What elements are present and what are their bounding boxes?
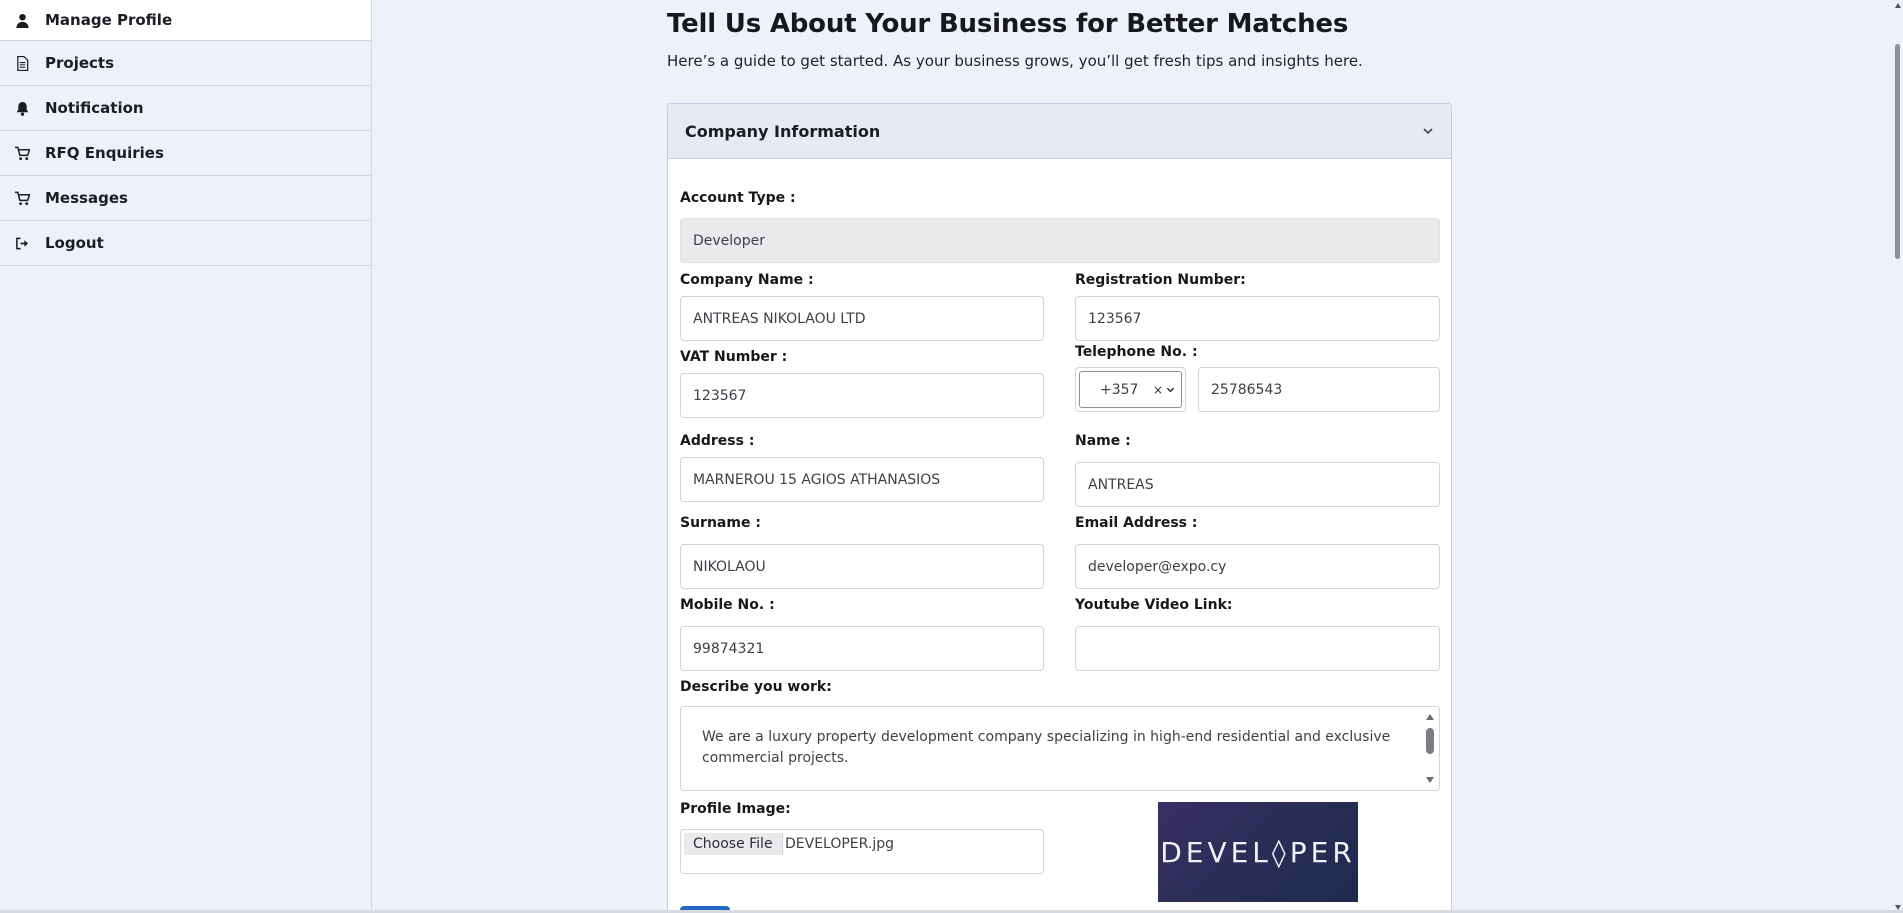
scroll-thumb[interactable] xyxy=(1895,44,1900,259)
textarea-scrollbar[interactable] xyxy=(1423,709,1437,788)
clear-icon[interactable]: × xyxy=(1153,383,1163,397)
file-name: DEVELOPER.jpg xyxy=(785,836,894,852)
sidebar-item-label: Notification xyxy=(45,99,144,117)
company-name-label: Company Name : xyxy=(680,272,814,288)
describe-work-line: We are a luxury property development com… xyxy=(702,729,1391,745)
country-code-select[interactable]: +357 × xyxy=(1075,367,1186,412)
mobile-label: Mobile No. : xyxy=(680,597,775,613)
account-type-field: Developer xyxy=(680,218,1440,263)
sidebar-item-manage-profile[interactable]: Manage Profile xyxy=(0,0,371,41)
page-subtitle: Here’s a guide to get started. As your b… xyxy=(667,52,1363,70)
vat-number-input[interactable]: 123567 xyxy=(680,373,1044,418)
user-icon xyxy=(12,11,32,29)
surname-input[interactable]: NIKOLAOU xyxy=(680,544,1044,589)
page-title: Tell Us About Your Business for Better M… xyxy=(667,9,1349,39)
company-information-panel: Company Information Account Type : Devel… xyxy=(667,103,1452,913)
scroll-up-arrow-icon[interactable] xyxy=(1426,714,1434,720)
describe-work-line: commercial projects. xyxy=(702,750,849,766)
sidebar-item-label: RFQ Enquiries xyxy=(45,144,164,162)
sidebar-item-rfq-enquiries[interactable]: RFQ Enquiries xyxy=(0,131,371,176)
email-input[interactable]: developer@expo.cy xyxy=(1075,544,1440,589)
page-scrollbar[interactable] xyxy=(1893,0,1903,913)
sidebar-item-label: Manage Profile xyxy=(45,11,173,29)
address-label: Address : xyxy=(680,433,755,449)
chevron-down-icon[interactable] xyxy=(1166,385,1175,394)
profile-image-file-input[interactable]: Choose File DEVELOPER.jpg xyxy=(680,829,1044,874)
describe-work-label: Describe you work: xyxy=(680,679,832,695)
describe-work-textarea[interactable]: We are a luxury property development com… xyxy=(680,706,1440,791)
mobile-input[interactable]: 99874321 xyxy=(680,626,1044,671)
sidebar: Manage Profile Projects Notification RFQ… xyxy=(0,0,372,913)
surname-label: Surname : xyxy=(680,515,761,531)
choose-file-button[interactable]: Choose File xyxy=(684,833,783,855)
company-name-input[interactable]: ANTREAS NIKOLAOU LTD xyxy=(680,296,1044,341)
profile-image-preview: DEVEL◊PER xyxy=(1158,802,1358,902)
name-input[interactable]: ANTREAS xyxy=(1075,462,1440,507)
sidebar-item-label: Projects xyxy=(45,54,115,72)
sidebar-item-logout[interactable]: Logout xyxy=(0,221,371,266)
registration-number-input[interactable]: 123567 xyxy=(1075,296,1440,341)
name-label: Name : xyxy=(1075,433,1131,449)
vat-number-label: VAT Number : xyxy=(680,349,788,365)
sidebar-item-messages[interactable]: Messages xyxy=(0,176,371,221)
profile-image-label: Profile Image: xyxy=(680,801,791,817)
email-label: Email Address : xyxy=(1075,515,1198,531)
scroll-up-arrow-icon[interactable] xyxy=(1895,3,1901,8)
youtube-label: Youtube Video Link: xyxy=(1075,597,1233,613)
cart-icon xyxy=(12,189,32,207)
scroll-down-arrow-icon[interactable] xyxy=(1426,777,1434,783)
logout-icon xyxy=(12,234,32,252)
company-information-header[interactable]: Company Information xyxy=(668,104,1451,159)
country-code-inner[interactable]: +357 × xyxy=(1079,371,1182,408)
bell-icon xyxy=(12,99,32,117)
telephone-input[interactable]: 25786543 xyxy=(1198,367,1440,412)
account-type-label: Account Type : xyxy=(680,190,796,206)
registration-number-label: Registration Number: xyxy=(1075,272,1246,288)
preview-logo-text: DEVEL◊PER xyxy=(1160,835,1356,869)
sidebar-item-projects[interactable]: Projects xyxy=(0,41,371,86)
cart-icon xyxy=(12,144,32,162)
address-input[interactable]: MARNEROU 15 AGIOS ATHANASIOS xyxy=(680,457,1044,502)
scroll-thumb[interactable] xyxy=(1426,728,1434,754)
sidebar-item-label: Messages xyxy=(45,189,128,207)
chevron-down-icon[interactable] xyxy=(1422,122,1434,141)
youtube-input[interactable] xyxy=(1075,626,1440,671)
sidebar-item-notification[interactable]: Notification xyxy=(0,86,371,131)
file-icon xyxy=(12,54,32,72)
section-title: Company Information xyxy=(685,121,881,141)
telephone-label: Telephone No. : xyxy=(1075,344,1198,360)
country-code-value: +357 xyxy=(1100,381,1139,398)
sidebar-item-label: Logout xyxy=(45,234,104,252)
